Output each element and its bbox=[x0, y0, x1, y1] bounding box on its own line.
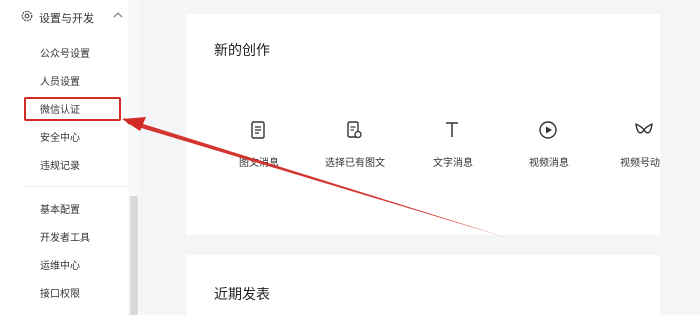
create-video-label: 视频消息 bbox=[529, 158, 569, 169]
create-channels-button[interactable]: 视频号动 bbox=[598, 120, 660, 180]
sidebar-item-personnel-settings[interactable]: 人员设置 bbox=[40, 73, 80, 88]
sidebar: 设置与开发 公众号设置 人员设置 微信认证 安全中心 违规记录 基本配置 开发者… bbox=[0, 0, 140, 315]
select-existing-article-button[interactable]: 选择已有图文 bbox=[310, 120, 400, 180]
page-right-margin bbox=[660, 0, 700, 315]
sidebar-item-account-settings[interactable]: 公众号设置 bbox=[40, 45, 90, 60]
sidebar-divider bbox=[22, 186, 128, 187]
sidebar-item-violation-records[interactable]: 违规记录 bbox=[40, 157, 80, 172]
sidebar-item-basic-config[interactable]: 基本配置 bbox=[40, 201, 80, 216]
sidebar-item-developer-tools[interactable]: 开发者工具 bbox=[40, 229, 90, 244]
text-icon bbox=[446, 122, 458, 137]
sidebar-section-settings-dev[interactable]: 设置与开发 bbox=[0, 0, 140, 36]
recent-panel: 近期发表 bbox=[186, 255, 660, 315]
select-document-icon bbox=[347, 121, 362, 139]
recent-panel-title: 近期发表 bbox=[214, 287, 270, 303]
annotation-highlight-box bbox=[24, 97, 121, 121]
sidebar-item-ops-center[interactable]: 运维中心 bbox=[40, 257, 80, 272]
create-video-button[interactable]: 视频消息 bbox=[504, 120, 594, 180]
sidebar-scrollbar-thumb[interactable] bbox=[130, 196, 138, 315]
create-article-button[interactable]: 图文消息 bbox=[214, 120, 304, 180]
create-panel-title: 新的创作 bbox=[214, 43, 270, 59]
select-existing-article-label: 选择已有图文 bbox=[325, 158, 385, 169]
create-panel: 新的创作 图文消息 选择已有图文 文字消息 视频消息 视频号动 bbox=[186, 14, 660, 235]
channels-icon bbox=[635, 123, 653, 134]
document-icon bbox=[251, 121, 265, 139]
sidebar-section-title: 设置与开发 bbox=[39, 12, 94, 25]
sidebar-item-security-center[interactable]: 安全中心 bbox=[40, 129, 80, 144]
chevron-up-icon[interactable] bbox=[113, 11, 123, 19]
create-channels-label: 视频号动 bbox=[620, 158, 660, 169]
gear-icon bbox=[21, 10, 33, 22]
create-article-label: 图文消息 bbox=[239, 158, 279, 169]
create-text-button[interactable]: 文字消息 bbox=[408, 120, 498, 180]
create-text-label: 文字消息 bbox=[433, 158, 473, 169]
sidebar-item-api-permissions[interactable]: 接口权限 bbox=[40, 285, 80, 300]
play-icon bbox=[539, 121, 557, 139]
